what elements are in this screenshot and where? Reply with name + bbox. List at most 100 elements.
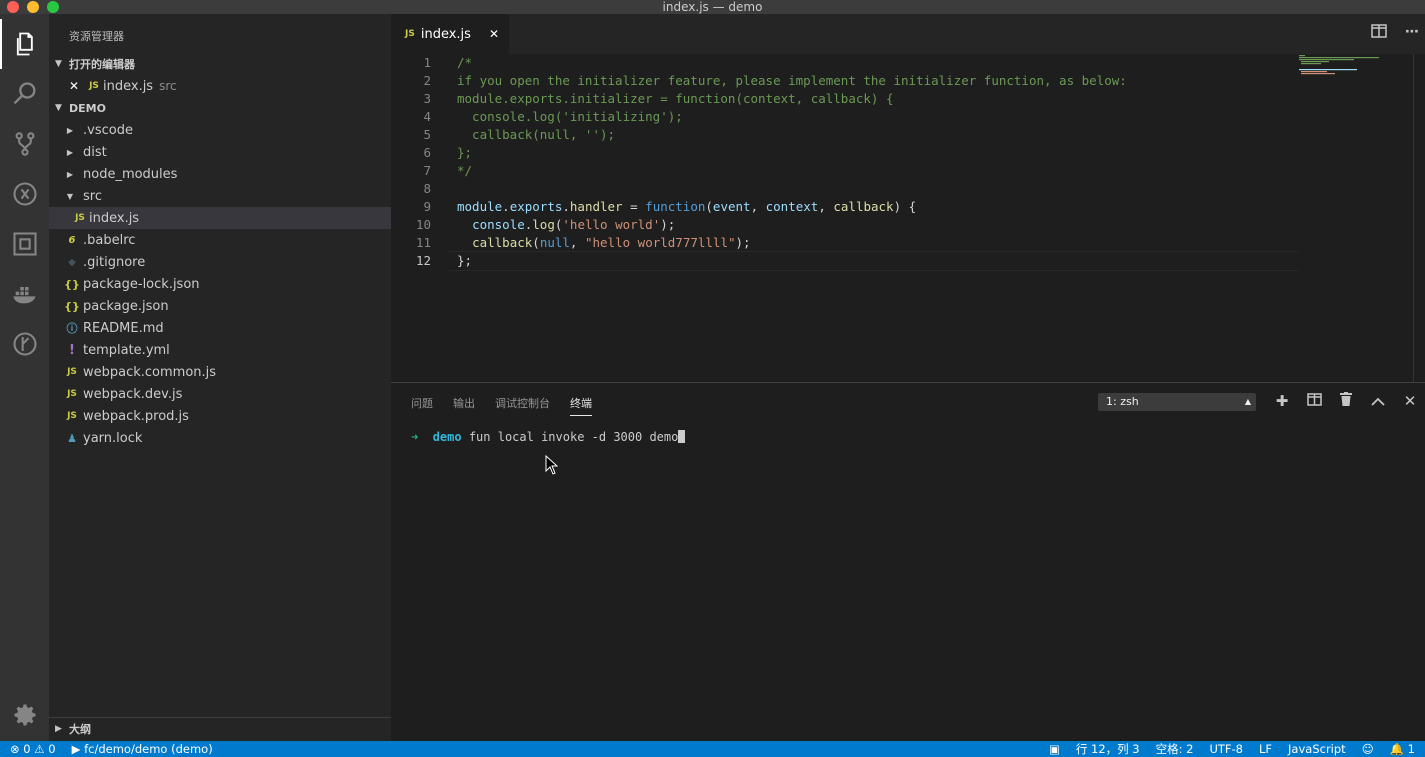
js-file-icon: JS [67, 411, 77, 421]
explorer-sidebar: 资源管理器 ▼ 打开的编辑器 ✕ JS index.js src ▼ DEMO … [49, 14, 391, 741]
tree-item-webpack-dev[interactable]: JS webpack.dev.js [49, 383, 391, 405]
open-editors-header[interactable]: ▼ 打开的编辑器 [49, 53, 391, 75]
tree-item-package-lock-json[interactable]: {} package-lock.json [49, 273, 391, 295]
terminal-select[interactable]: 1: zsh ▲ [1098, 393, 1256, 411]
problems-status[interactable]: ⊗ 0 ⚠ 0 [10, 741, 56, 757]
terminal-status-icon[interactable]: ▣ [1049, 741, 1060, 757]
tab-debug-console[interactable]: 调试控制台 [495, 395, 550, 416]
tree-item-src[interactable]: ▼ src [49, 185, 391, 207]
chevron-right-icon: ▶ [66, 147, 74, 157]
code-line: /* [457, 55, 473, 70]
docker-icon[interactable] [0, 269, 49, 319]
open-editor-item[interactable]: ✕ JS index.js src [49, 75, 391, 97]
chevron-right-icon: ▶ [55, 723, 62, 734]
code-line: module.exports.initializer = function(co… [457, 91, 894, 106]
extensions-icon[interactable] [0, 219, 49, 269]
project-header[interactable]: ▼ DEMO [49, 97, 391, 119]
notifications-status[interactable]: 🔔 1 [1390, 741, 1415, 757]
tree-item-index-js[interactable]: JS index.js [49, 207, 391, 229]
split-editor-icon[interactable] [1371, 24, 1387, 42]
js-file-icon: JS [89, 81, 99, 91]
current-line-highlight [449, 251, 1299, 271]
code-line: callback(null, "hello world777llll"); [472, 235, 751, 250]
more-actions-icon[interactable]: ⋯ [1405, 24, 1419, 42]
tree-item-gitignore[interactable]: ◆ .gitignore [49, 251, 391, 273]
json-file-icon: {} [64, 277, 80, 291]
js-file-icon: JS [67, 367, 77, 377]
play-icon: ▶ [71, 742, 81, 756]
tab-output[interactable]: 输出 [453, 395, 475, 416]
tab-index-js[interactable]: JS index.js ✕ [391, 14, 509, 54]
tab-problems[interactable]: 问题 [411, 395, 433, 416]
yml-file-icon: ! [69, 342, 75, 358]
status-bar: ⊗ 0 ⚠ 0 ▶ fc/demo/demo (demo) ▣ 行 12，列 3… [0, 741, 1425, 757]
settings-gear-icon[interactable] [0, 690, 49, 740]
new-terminal-icon[interactable]: ✚ [1274, 392, 1290, 410]
eol-status[interactable]: LF [1259, 741, 1272, 757]
tree-item-node-modules[interactable]: ▶ node_modules [49, 163, 391, 185]
trash-icon[interactable] [1338, 392, 1354, 410]
fc-path-status[interactable]: ▶ fc/demo/demo (demo) [72, 741, 213, 757]
chevron-down-icon: ▼ [55, 59, 62, 69]
tree-item-template-yml[interactable]: ! template.yml [49, 339, 391, 361]
editor-tab-bar: JS index.js ✕ ⋯ [391, 14, 1425, 54]
cursor-position-status[interactable]: 行 12，列 3 [1076, 741, 1140, 757]
feedback-smiley-icon[interactable]: ☺ [1362, 741, 1374, 757]
chevron-down-icon: ▼ [55, 103, 62, 113]
js-file-icon: JS [405, 29, 415, 39]
tab-terminal[interactable]: 终端 [570, 395, 592, 416]
search-icon[interactable] [0, 69, 49, 119]
error-icon: ⊗ [10, 742, 20, 756]
js-file-icon: JS [75, 213, 85, 223]
code-line: console.log('initializing'); [457, 109, 683, 124]
split-terminal-icon[interactable] [1306, 392, 1322, 410]
explorer-icon[interactable] [0, 19, 49, 69]
babel-file-icon: 6 [68, 234, 76, 246]
yarn-file-icon: ♟ [67, 431, 77, 445]
code-line: console.log('hello world'); [472, 217, 676, 232]
terminal-cursor [678, 430, 686, 443]
tree-item-package-json[interactable]: {} package.json [49, 295, 391, 317]
js-file-icon: JS [67, 389, 77, 399]
language-status[interactable]: JavaScript [1288, 741, 1346, 757]
chevron-right-icon: ▶ [66, 169, 74, 179]
code-editor[interactable]: 1/* 2 if you open the initializer feature… [391, 54, 1425, 382]
source-control-icon[interactable] [0, 119, 49, 169]
close-icon[interactable]: ✕ [69, 79, 85, 93]
debug-icon[interactable] [0, 169, 49, 219]
code-line: */ [457, 163, 473, 178]
tree-item-dist[interactable]: ▶ dist [49, 141, 391, 163]
window-title: index.js — demo [662, 0, 763, 14]
tree-item-vscode[interactable]: ▶ .vscode [49, 119, 391, 141]
prompt-arrow-icon: ➜ [411, 430, 419, 444]
tree-item-webpack-common[interactable]: JS webpack.common.js [49, 361, 391, 383]
code-line: callback(null, ''); [457, 127, 616, 142]
close-tab-icon[interactable]: ✕ [489, 27, 499, 41]
maximize-panel-icon[interactable] [1370, 392, 1386, 410]
terminal-prompt[interactable]: ➜ demo fun local invoke -d 3000 demo [411, 430, 686, 444]
tree-item-webpack-prod[interactable]: JS webpack.prod.js [49, 405, 391, 427]
encoding-status[interactable]: UTF-8 [1209, 741, 1243, 757]
minimap[interactable] [1297, 54, 1397, 84]
tree-item-readme[interactable]: ⓘ README.md [49, 317, 391, 339]
sidebar-title: 资源管理器 [69, 30, 124, 43]
code-line: module.exports.handler = function(event,… [457, 199, 917, 214]
code-line: if you open the initializer feature, ple… [457, 73, 1127, 88]
git-file-icon: ◆ [68, 256, 76, 268]
code-line: }; [457, 253, 473, 268]
bottom-panel: 问题 输出 调试控制台 终端 1: zsh ▲ ✚ ✕ ➜ demo fun l… [391, 382, 1425, 741]
chevron-down-icon: ▼ [66, 191, 74, 201]
bell-icon: 🔔 [1389, 742, 1405, 756]
function-compute-icon[interactable] [0, 319, 49, 369]
chevron-right-icon: ▶ [66, 125, 74, 135]
editor-scrollbar[interactable] [1413, 54, 1414, 382]
json-file-icon: {} [64, 299, 80, 313]
tree-item-babelrc[interactable]: 6 .babelrc [49, 229, 391, 251]
mouse-pointer-icon [545, 455, 558, 475]
info-file-icon: ⓘ [66, 322, 78, 335]
tree-item-yarn-lock[interactable]: ♟ yarn.lock [49, 427, 391, 449]
indentation-status[interactable]: 空格: 2 [1156, 741, 1194, 757]
select-arrows-icon: ▲ [1244, 397, 1251, 406]
outline-header[interactable]: ▶ 大纲 [49, 717, 391, 739]
close-panel-icon[interactable]: ✕ [1402, 392, 1418, 410]
